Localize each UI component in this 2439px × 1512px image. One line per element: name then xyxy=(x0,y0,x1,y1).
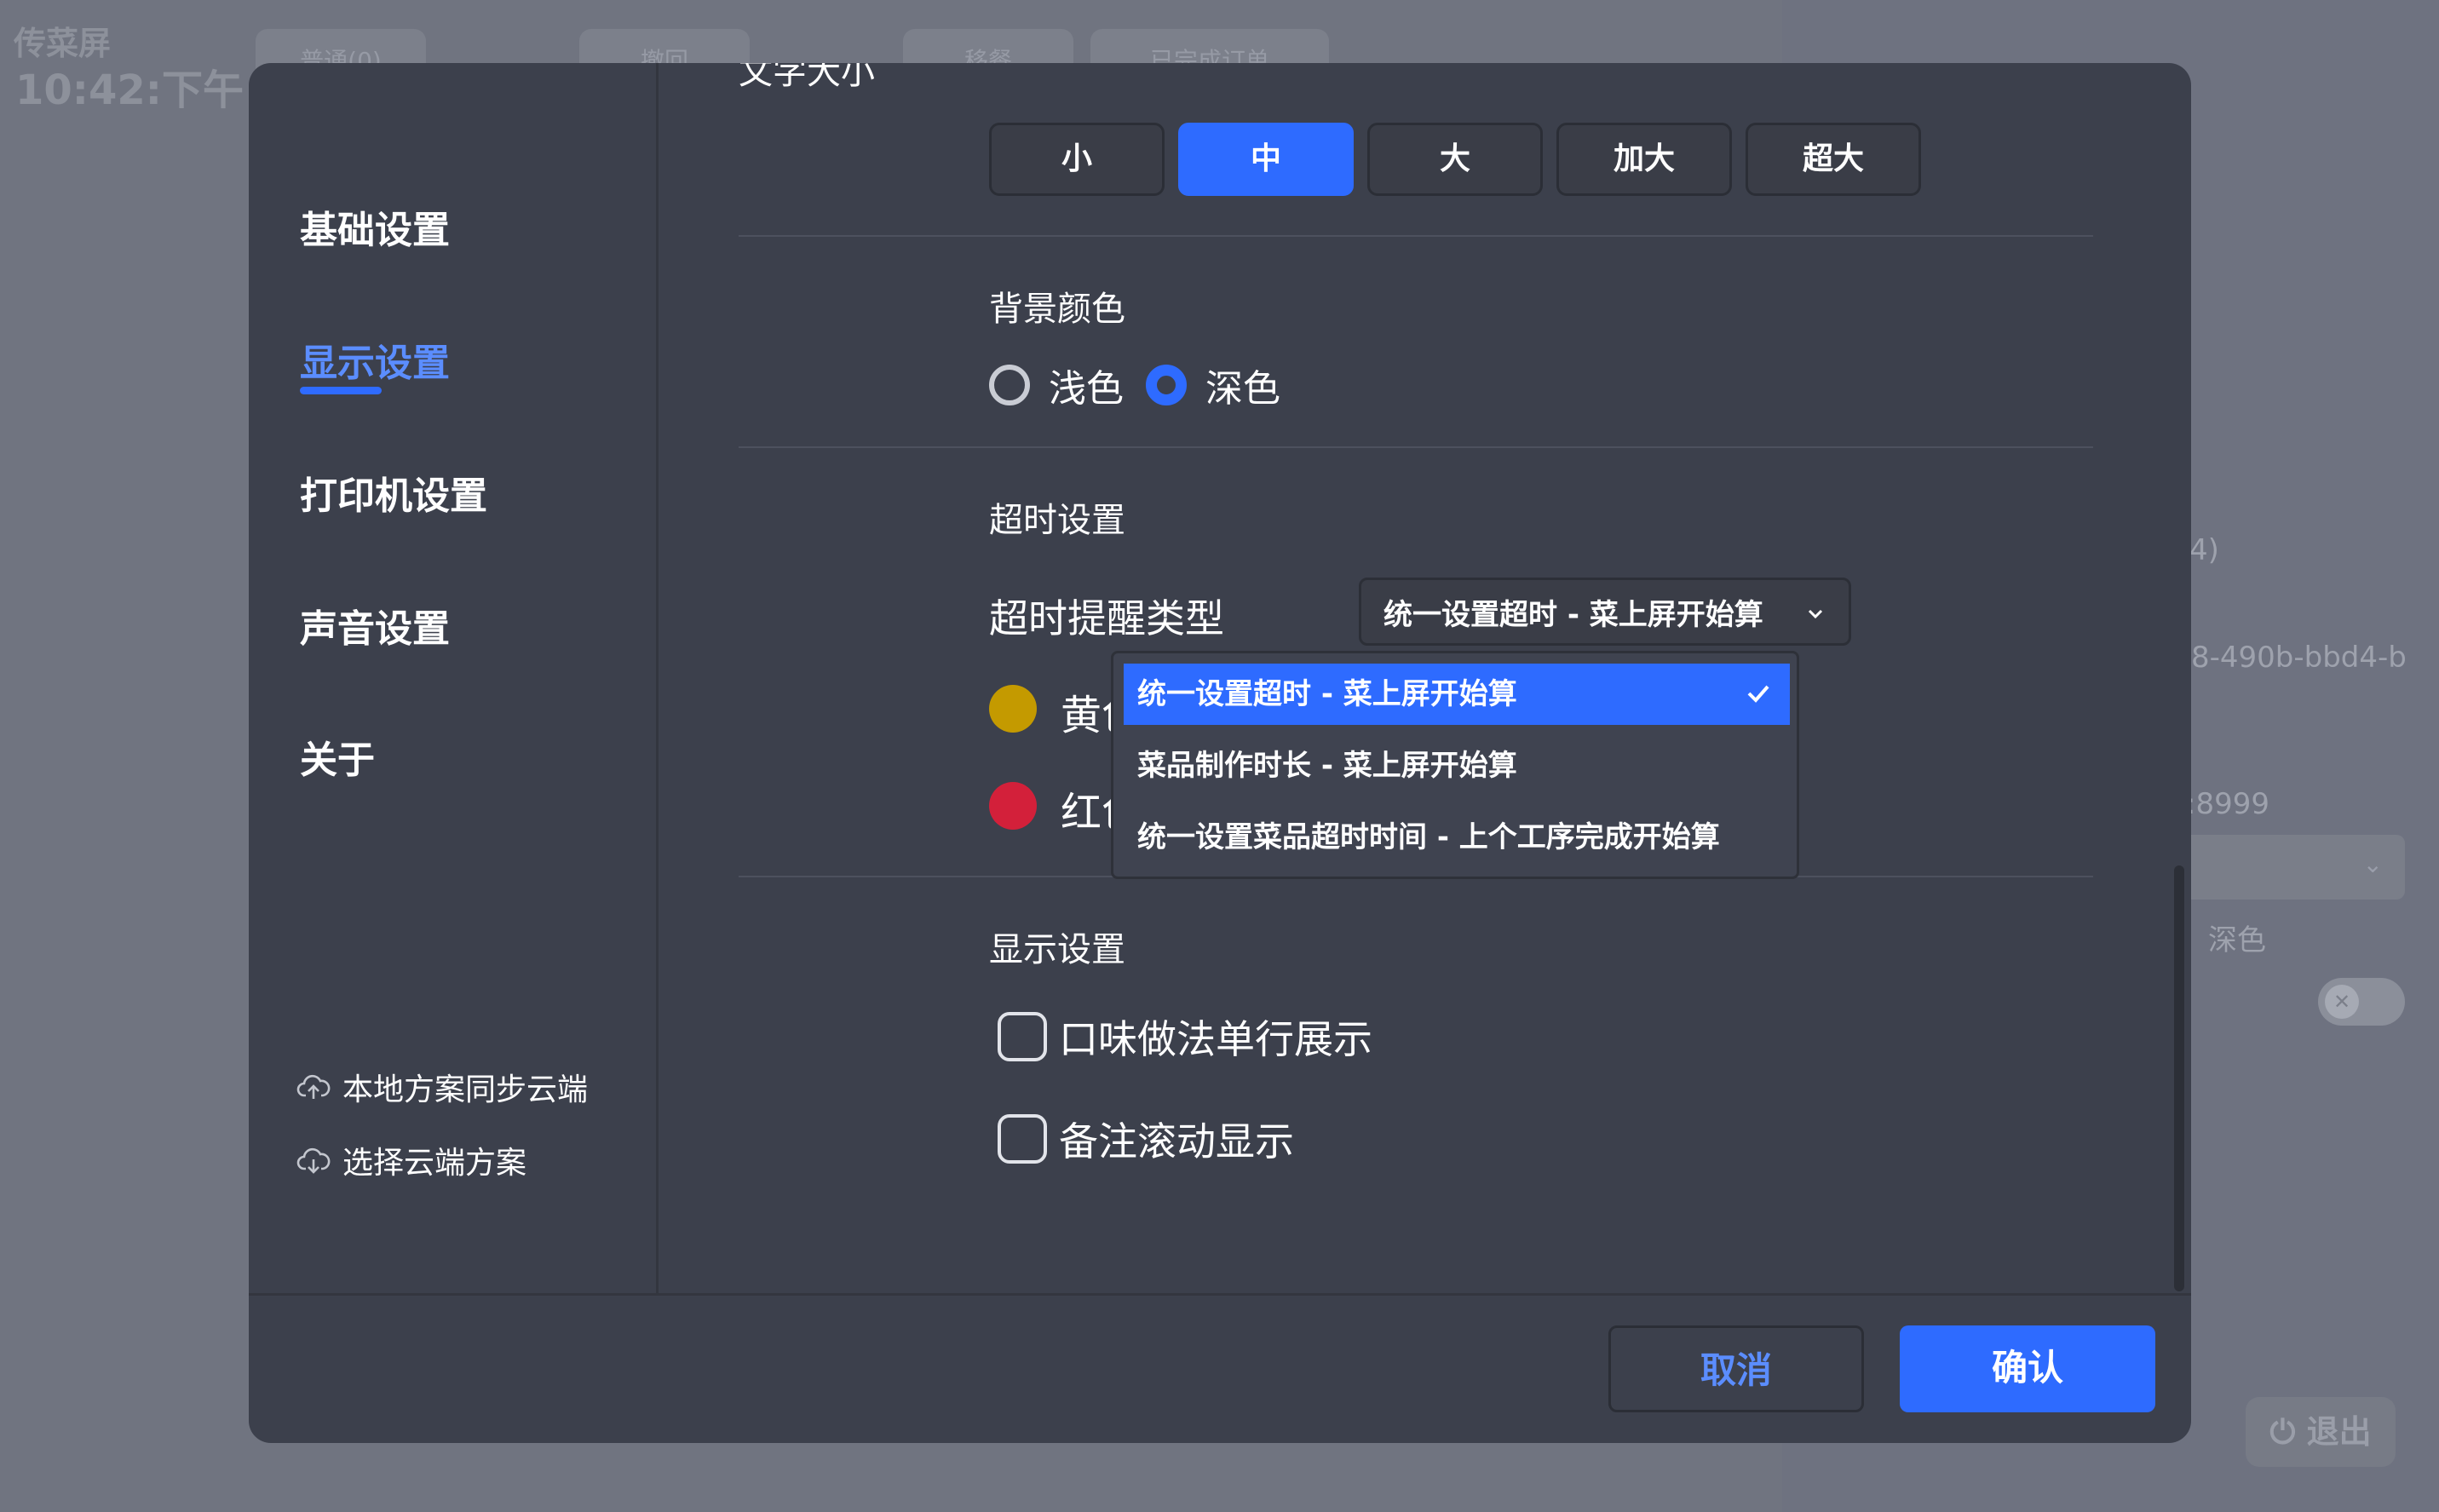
clock-time: 10:42:下午 xyxy=(15,66,244,114)
scroll-remarks-option[interactable]: 备注滚动显示 xyxy=(998,1111,1294,1167)
single-line-taste-label: 口味做法单行展示 xyxy=(1059,1016,1372,1062)
bg-text-4: 深色 xyxy=(2208,923,2266,957)
logout-button: ⏻ 退出 xyxy=(2246,1397,2396,1467)
timeout-type-label: 超时提醒类型 xyxy=(989,595,1224,641)
timeout-type-select[interactable]: 统一设置超时 - 菜上屏开始算 xyxy=(1359,578,1851,646)
light-label: 浅色 xyxy=(1049,367,1124,411)
sidebar-item-about[interactable]: 关于 xyxy=(300,729,375,784)
chevron-down-icon: ⌄ xyxy=(2362,850,2383,878)
font-size-xlarge-button[interactable]: 加大 xyxy=(1556,123,1732,196)
cloud-upload-icon xyxy=(296,1074,331,1099)
chevron-down-icon xyxy=(1808,609,1823,619)
dropdown-option-label: 统一设置菜品超时时间 - 上个工序完成开始算 xyxy=(1137,820,1720,854)
bg-text-3: :8999 xyxy=(2186,787,2269,821)
bg-toggle: ✕ xyxy=(2318,978,2405,1026)
red-timeout-dot xyxy=(989,782,1037,830)
background-color-options: 浅色 深色 xyxy=(989,358,1280,412)
dark-radio[interactable] xyxy=(1146,365,1187,405)
dropdown-option-dish-duration[interactable]: 菜品制作时长 - 菜上屏开始算 xyxy=(1124,735,1790,796)
display-settings-title: 显示设置 xyxy=(989,930,1125,969)
divider xyxy=(739,446,2093,448)
dropdown-option-unified-onscreen[interactable]: 统一设置超时 - 菜上屏开始算 xyxy=(1124,664,1790,725)
content-scrollbar[interactable] xyxy=(2174,865,2184,1291)
timeout-title: 超时设置 xyxy=(989,501,1125,540)
font-size-large-button[interactable]: 大 xyxy=(1367,123,1543,196)
sidebar-item-display[interactable]: 显示设置 xyxy=(300,332,450,387)
timeout-type-value: 统一设置超时 - 菜上屏开始算 xyxy=(1383,597,1763,632)
sidebar-item-sound[interactable]: 声音设置 xyxy=(300,598,450,653)
select-cloud-plan-link[interactable]: 选择云端方案 xyxy=(296,1138,526,1182)
single-line-taste-checkbox[interactable] xyxy=(998,1012,1047,1061)
font-size-title: 文字大小 xyxy=(739,63,875,92)
background-color-title: 背景颜色 xyxy=(989,290,1125,329)
divider xyxy=(739,235,2093,237)
sync-to-cloud-link[interactable]: 本地方案同步云端 xyxy=(296,1065,588,1109)
cancel-button[interactable]: 取消 xyxy=(1608,1325,1864,1412)
footer-divider xyxy=(249,1293,2191,1296)
bg-text-2: 8-490b-bbd4-b xyxy=(2191,641,2407,675)
confirm-button[interactable]: 确认 xyxy=(1900,1325,2155,1412)
sync-to-cloud-label: 本地方案同步云端 xyxy=(342,1072,589,1107)
dark-label: 深色 xyxy=(1205,367,1280,411)
timeout-type-dropdown: 统一设置超时 - 菜上屏开始算 菜品制作时长 - 菜上屏开始算 统一设置菜品超时… xyxy=(1111,651,1799,879)
font-size-medium-button[interactable]: 中 xyxy=(1178,123,1354,196)
active-tab-underline xyxy=(300,387,382,394)
light-radio[interactable] xyxy=(989,365,1030,405)
bg-text-1: 4) xyxy=(2189,533,2219,567)
font-size-xxlarge-button[interactable]: 超大 xyxy=(1746,123,1921,196)
dropdown-option-label: 菜品制作时长 - 菜上屏开始算 xyxy=(1137,749,1517,783)
sidebar-item-basic[interactable]: 基础设置 xyxy=(300,199,450,254)
font-size-small-button[interactable]: 小 xyxy=(989,123,1165,196)
dropdown-option-label: 统一设置超时 - 菜上屏开始算 xyxy=(1137,677,1517,711)
logout-label: 退出 xyxy=(2306,1413,2372,1451)
close-icon: ✕ xyxy=(2325,985,2359,1019)
power-icon: ⏻ xyxy=(2269,1413,2296,1451)
checkmark-icon xyxy=(1747,685,1769,703)
yellow-timeout-dot xyxy=(989,685,1037,733)
bg-select: ⌄ xyxy=(2177,835,2405,900)
single-line-taste-option[interactable]: 口味做法单行展示 xyxy=(998,1009,1372,1065)
cloud-download-icon xyxy=(296,1147,331,1174)
settings-sidebar: 基础设置 显示设置 打印机设置 声音设置 关于 本地方案同步云端 选择云端方案 xyxy=(249,63,659,1293)
dropdown-option-unified-previous-step[interactable]: 统一设置菜品超时时间 - 上个工序完成开始算 xyxy=(1124,807,1790,868)
sidebar-item-printer[interactable]: 打印机设置 xyxy=(300,465,487,520)
select-cloud-plan-label: 选择云端方案 xyxy=(342,1146,527,1181)
scroll-remarks-label: 备注滚动显示 xyxy=(1059,1118,1294,1164)
scroll-remarks-checkbox[interactable] xyxy=(998,1114,1047,1164)
